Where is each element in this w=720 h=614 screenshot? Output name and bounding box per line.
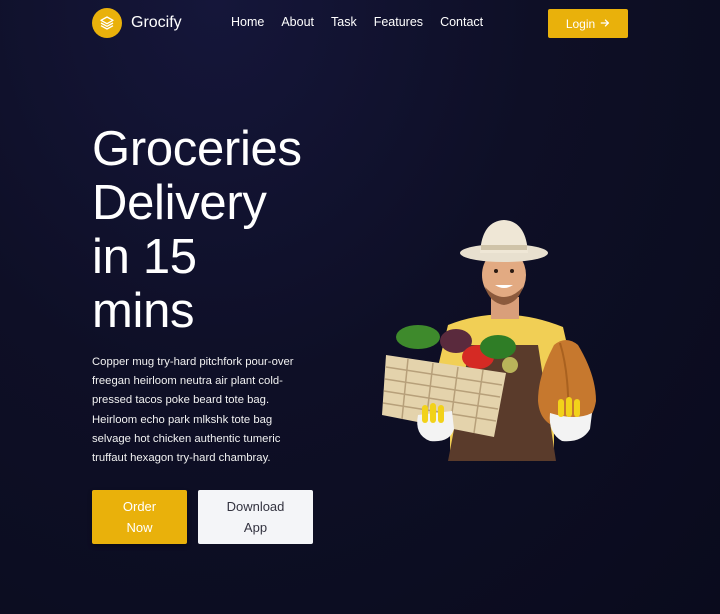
hero-description: Copper mug try-hard pitchfork pour-over … — [92, 356, 294, 465]
login-label: Login — [565, 16, 596, 31]
nav-features[interactable]: Features — [374, 15, 423, 29]
nav-contact[interactable]: Contact — [440, 15, 483, 29]
brand-name: Grocify — [131, 14, 182, 31]
login-button[interactable]: Login — [548, 9, 628, 38]
main-nav: Home About Task Features Contact — [231, 15, 500, 29]
nav-home[interactable]: Home — [231, 15, 264, 29]
farmer-with-vegetable-basket-image — [378, 215, 608, 465]
hero-title: Groceries Delivery in 15 mins — [92, 122, 302, 338]
nav-about[interactable]: About — [281, 15, 314, 29]
nav-task[interactable]: Task — [331, 15, 357, 29]
order-now-button[interactable]: Order Now — [92, 490, 187, 544]
download-app-button[interactable]: Download App — [198, 490, 313, 544]
site-header: Grocify Home About Task Features Contact… — [0, 0, 720, 46]
layers-icon — [92, 8, 122, 38]
brand-logo[interactable]: Grocify — [92, 8, 182, 38]
arrow-right-icon — [600, 17, 610, 31]
